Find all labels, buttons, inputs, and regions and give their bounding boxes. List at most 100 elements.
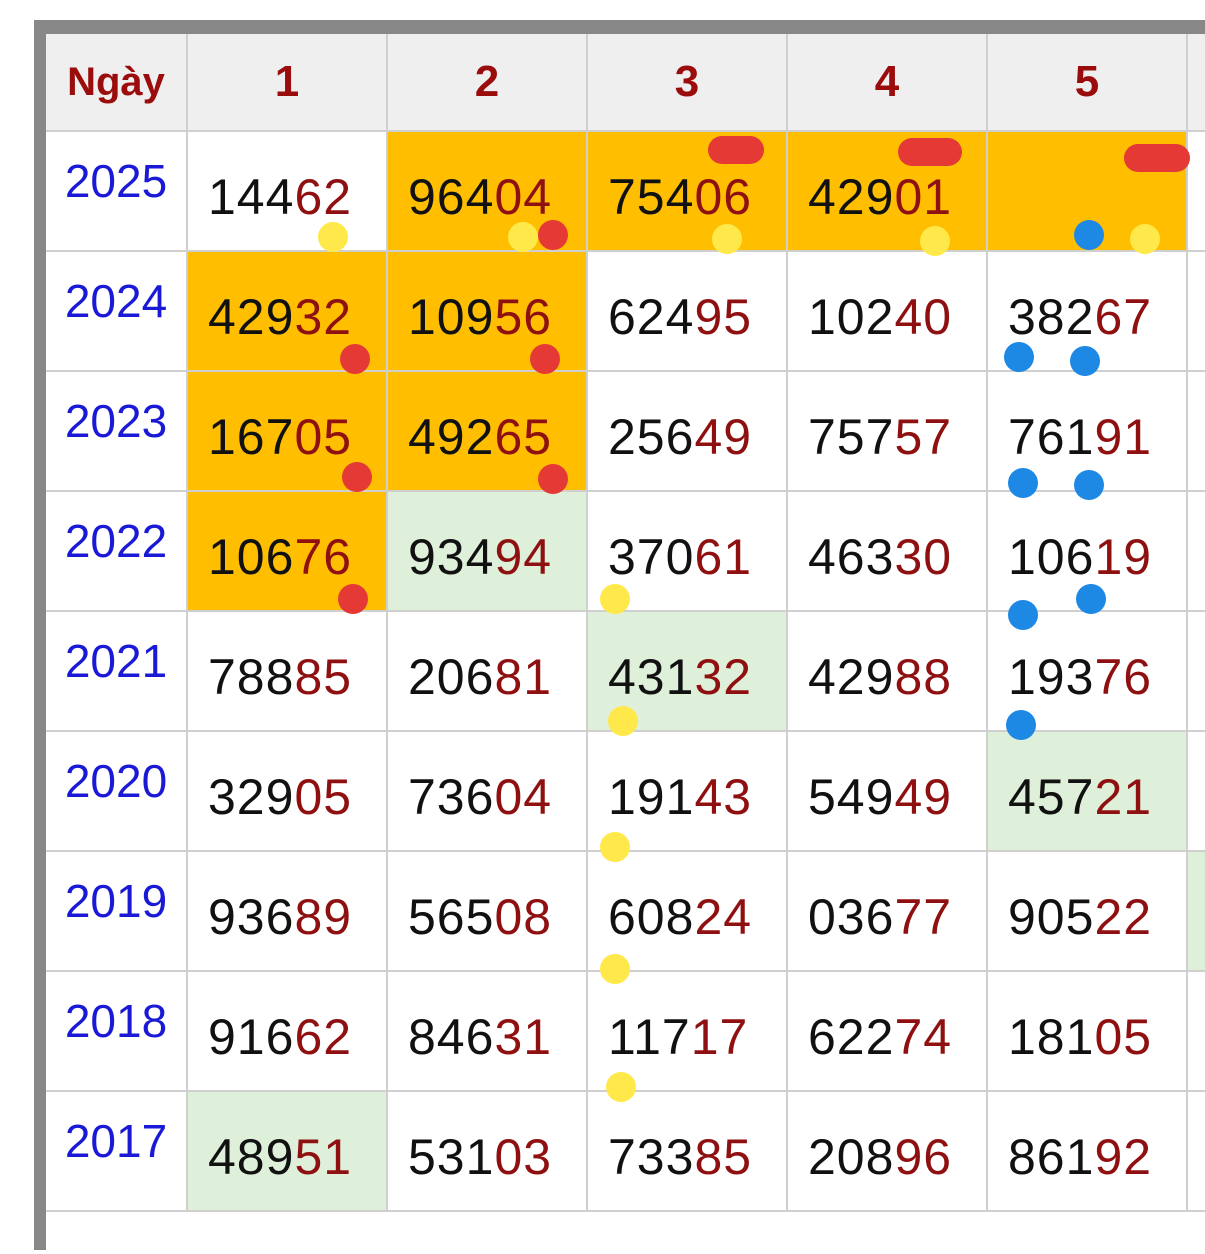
result-cell: 14462 bbox=[188, 132, 388, 252]
blue-dot-mark bbox=[1004, 342, 1034, 372]
result-head-digits: 608 bbox=[608, 889, 694, 945]
result-tail-digits: 81 bbox=[494, 649, 552, 705]
result-tail-digits: 61 bbox=[694, 529, 752, 585]
result-cell-partial bbox=[1188, 132, 1205, 252]
result-tail-digits: 04 bbox=[494, 769, 552, 825]
yellow-dot-mark bbox=[712, 224, 742, 254]
result-tail-digits: 92 bbox=[1094, 1129, 1152, 1185]
red-dot-mark bbox=[342, 462, 372, 492]
result-cell-partial bbox=[1188, 852, 1205, 972]
year-cell: 2023 bbox=[46, 372, 188, 492]
result-head-digits: 492 bbox=[408, 409, 494, 465]
result-cell: 54949 bbox=[788, 732, 988, 852]
header-col-2: 2 bbox=[388, 34, 588, 132]
yellow-dot-mark bbox=[318, 222, 348, 252]
result-head-digits: 916 bbox=[208, 1009, 294, 1065]
result-tail-digits: 57 bbox=[894, 409, 952, 465]
red-dot-mark bbox=[530, 344, 560, 374]
result-head-digits: 964 bbox=[408, 169, 494, 225]
yellow-dot-mark bbox=[600, 584, 630, 614]
result-cell: 73385 bbox=[588, 1092, 788, 1212]
blue-dot-mark bbox=[1070, 346, 1100, 376]
result-cell: 53103 bbox=[388, 1092, 588, 1212]
result-head-digits: 106 bbox=[208, 529, 294, 585]
result-head-digits: 757 bbox=[808, 409, 894, 465]
result-tail-digits: 62 bbox=[294, 1009, 352, 1065]
result-head-digits: 167 bbox=[208, 409, 294, 465]
result-cell: 10240 bbox=[788, 252, 988, 372]
result-cell: 73604 bbox=[388, 732, 588, 852]
blue-dot-mark bbox=[1074, 470, 1104, 500]
year-cell: 2017 bbox=[46, 1092, 188, 1212]
result-head-digits: 208 bbox=[808, 1129, 894, 1185]
result-tail-digits: 31 bbox=[494, 1009, 552, 1065]
year-cell: 2018 bbox=[46, 972, 188, 1092]
result-head-digits: 846 bbox=[408, 1009, 494, 1065]
result-cell: 18105 bbox=[988, 972, 1188, 1092]
result-cell: 45721 bbox=[988, 732, 1188, 852]
blue-dot-mark bbox=[1076, 584, 1106, 614]
result-head-digits: 733 bbox=[608, 1129, 694, 1185]
result-head-digits: 370 bbox=[608, 529, 694, 585]
result-tail-digits: 05 bbox=[294, 409, 352, 465]
result-head-digits: 191 bbox=[608, 769, 694, 825]
result-head-digits: 117 bbox=[608, 1009, 691, 1065]
result-head-digits: 256 bbox=[608, 409, 694, 465]
header-col-4: 4 bbox=[788, 34, 988, 132]
header-col-5: 5 bbox=[988, 34, 1188, 132]
result-cell-partial bbox=[1188, 732, 1205, 852]
result-tail-digits: 89 bbox=[294, 889, 352, 945]
result-head-digits: 429 bbox=[808, 649, 894, 705]
yellow-dot-mark bbox=[1130, 224, 1160, 254]
result-tail-digits: 88 bbox=[894, 649, 952, 705]
result-cell: 48951 bbox=[188, 1092, 388, 1212]
result-tail-digits: 32 bbox=[694, 649, 752, 705]
result-head-digits: 457 bbox=[1008, 769, 1094, 825]
result-head-digits: 622 bbox=[808, 1009, 894, 1065]
result-tail-digits: 67 bbox=[1094, 289, 1152, 345]
result-cell: 62495 bbox=[588, 252, 788, 372]
header-col-3: 3 bbox=[588, 34, 788, 132]
result-tail-digits: 85 bbox=[694, 1129, 752, 1185]
result-cell: 75757 bbox=[788, 372, 988, 492]
result-tail-digits: 03 bbox=[494, 1129, 552, 1185]
result-tail-digits: 22 bbox=[1094, 889, 1152, 945]
result-tail-digits: 19 bbox=[1094, 529, 1152, 585]
result-head-digits: 549 bbox=[808, 769, 894, 825]
blue-dot-mark bbox=[1008, 468, 1038, 498]
result-head-digits: 036 bbox=[808, 889, 894, 945]
result-head-digits: 181 bbox=[1008, 1009, 1094, 1065]
year-cell: 2025 bbox=[46, 132, 188, 252]
result-cell-partial bbox=[1188, 972, 1205, 1092]
blue-dot-mark bbox=[1074, 220, 1104, 250]
result-tail-digits: 56 bbox=[494, 289, 552, 345]
results-table: Ngày 1 2 3 4 5 2025144629640475406429012… bbox=[46, 34, 1205, 1254]
result-head-digits: 861 bbox=[1008, 1129, 1094, 1185]
result-head-digits: 463 bbox=[808, 529, 894, 585]
result-head-digits: 102 bbox=[808, 289, 894, 345]
result-tail-digits: 62 bbox=[294, 169, 352, 225]
result-cell-partial bbox=[1188, 372, 1205, 492]
year-cell: 2019 bbox=[46, 852, 188, 972]
result-cell-partial bbox=[1188, 492, 1205, 612]
red-scribble-mark bbox=[898, 138, 962, 166]
result-tail-digits: 05 bbox=[294, 769, 352, 825]
result-head-digits: 531 bbox=[408, 1129, 494, 1185]
result-head-digits: 754 bbox=[608, 169, 694, 225]
header-col-1: 1 bbox=[188, 34, 388, 132]
year-cell: 2022 bbox=[46, 492, 188, 612]
result-cell: 78885 bbox=[188, 612, 388, 732]
result-cell: 20896 bbox=[788, 1092, 988, 1212]
result-tail-digits: 94 bbox=[494, 529, 552, 585]
blue-dot-mark bbox=[1008, 600, 1038, 630]
result-head-digits: 565 bbox=[408, 889, 494, 945]
result-cell: 03677 bbox=[788, 852, 988, 972]
red-dot-mark bbox=[538, 220, 568, 250]
result-head-digits: 761 bbox=[1008, 409, 1094, 465]
result-cell: 32905 bbox=[188, 732, 388, 852]
result-cell: 84631 bbox=[388, 972, 588, 1092]
result-head-digits: 429 bbox=[808, 169, 894, 225]
result-tail-digits: 65 bbox=[494, 409, 552, 465]
result-cell: 46330 bbox=[788, 492, 988, 612]
result-cell: 62274 bbox=[788, 972, 988, 1092]
